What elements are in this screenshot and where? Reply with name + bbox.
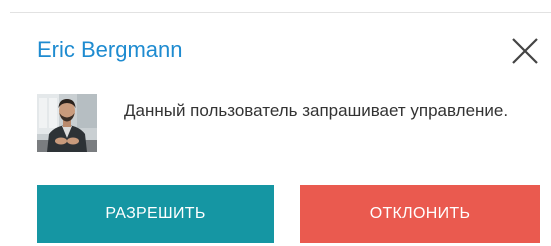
dialog-title: Eric Bergmann: [37, 37, 183, 62]
deny-button-label: ОТКЛОНИТЬ: [369, 205, 471, 222]
remote-control-request-dialog: Eric Bergmann Данный пользователь запраш…: [0, 0, 551, 246]
avatar: [37, 94, 97, 152]
close-button[interactable]: [510, 36, 540, 66]
request-message: Данный пользователь запрашивает управлен…: [124, 101, 509, 120]
allow-button[interactable]: РАЗРЕШИТЬ: [37, 185, 274, 243]
user-photo-icon: [37, 94, 97, 152]
close-icon: [512, 38, 538, 64]
allow-button-label: РАЗРЕШИТЬ: [105, 205, 206, 222]
deny-button[interactable]: ОТКЛОНИТЬ: [300, 185, 540, 243]
divider: [10, 12, 551, 13]
